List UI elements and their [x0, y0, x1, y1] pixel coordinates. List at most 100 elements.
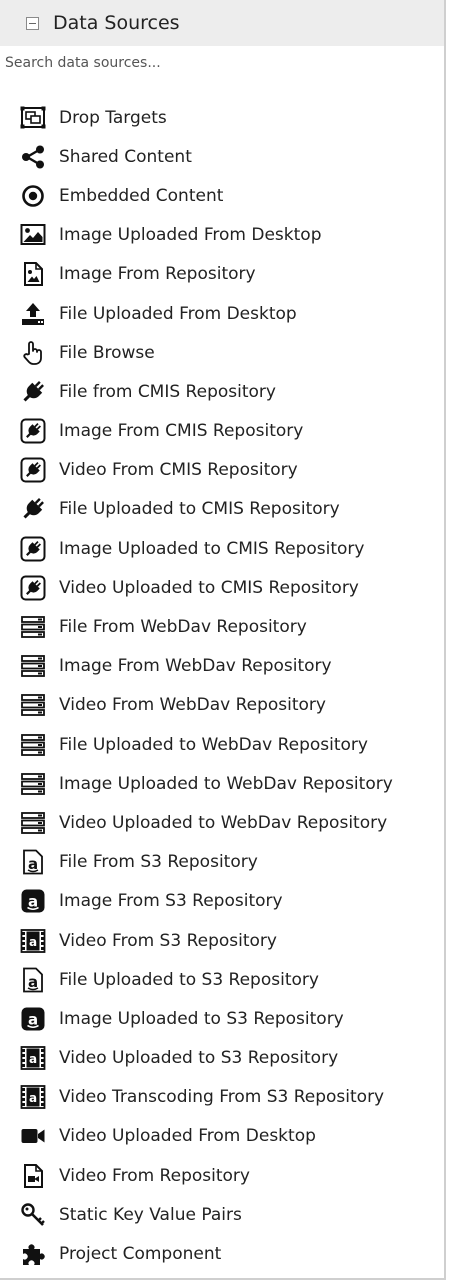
- data-source-item[interactable]: Video From Repository: [0, 1156, 444, 1195]
- plug-icon: [20, 496, 46, 522]
- data-source-item[interactable]: a Image From S3 Repository: [0, 882, 444, 921]
- data-source-label: Video From WebDav Repository: [59, 695, 326, 716]
- data-source-label: Static Key Value Pairs: [59, 1204, 242, 1225]
- data-source-item[interactable]: a Video Uploaded to S3 Repository: [0, 1039, 444, 1078]
- data-source-item[interactable]: Image Uploaded From Desktop: [0, 216, 444, 255]
- data-source-label: File Uploaded to S3 Repository: [59, 969, 319, 990]
- amazon-file-icon: a: [20, 849, 46, 875]
- data-source-item[interactable]: Image From Repository: [0, 255, 444, 294]
- data-source-label: Image From Repository: [59, 264, 256, 285]
- data-source-label: Image Uploaded From Desktop: [59, 225, 322, 246]
- search-bar: [0, 46, 444, 79]
- data-source-label: Video Uploaded to CMIS Repository: [59, 577, 359, 598]
- data-source-item[interactable]: File Uploaded to CMIS Repository: [0, 490, 444, 529]
- data-source-item[interactable]: Video From WebDav Repository: [0, 686, 444, 725]
- data-source-label: File Browse: [59, 342, 155, 363]
- file-image-icon: [20, 261, 46, 287]
- amazon-film-icon: a: [20, 1084, 46, 1110]
- upload-icon: [20, 301, 46, 327]
- data-source-item[interactable]: Embedded Content: [0, 176, 444, 215]
- file-video-icon: [20, 1163, 46, 1189]
- amazon-file-icon: a: [20, 967, 46, 993]
- data-sources-panel: Data Sources Drop Targets Shared Content E…: [0, 0, 446, 1280]
- server-icon: [20, 653, 46, 679]
- data-source-item[interactable]: Static Key Value Pairs: [0, 1195, 444, 1234]
- plug-square-icon: [20, 418, 46, 444]
- dot-circle-icon: [20, 183, 46, 209]
- data-source-item[interactable]: a Video From S3 Repository: [0, 921, 444, 960]
- collapse-icon[interactable]: [26, 16, 39, 30]
- amazon-square-icon: a: [20, 888, 46, 914]
- data-source-item[interactable]: File From WebDav Repository: [0, 607, 444, 646]
- data-source-item[interactable]: a File Uploaded to S3 Repository: [0, 960, 444, 999]
- data-source-label: File From WebDav Repository: [59, 617, 307, 638]
- data-source-label: Video From S3 Repository: [59, 930, 277, 951]
- data-source-item[interactable]: Shared Content: [0, 137, 444, 176]
- server-icon: [20, 732, 46, 758]
- data-source-label: Video From Repository: [59, 1165, 250, 1186]
- data-source-item[interactable]: Image From WebDav Repository: [0, 647, 444, 686]
- data-source-label: Video From CMIS Repository: [59, 460, 298, 481]
- data-source-item[interactable]: Image From CMIS Repository: [0, 412, 444, 451]
- data-source-item[interactable]: Video Uploaded From Desktop: [0, 1117, 444, 1156]
- data-source-item[interactable]: Project Component: [0, 1234, 444, 1273]
- svg-text:a: a: [29, 935, 37, 949]
- plug-square-icon: [20, 457, 46, 483]
- data-source-label: File Uploaded to WebDav Repository: [59, 734, 368, 755]
- video-camera-icon: [20, 1123, 46, 1149]
- server-icon: [20, 614, 46, 640]
- data-source-item[interactable]: File from CMIS Repository: [0, 372, 444, 411]
- data-source-label: Shared Content: [59, 146, 192, 167]
- data-source-item[interactable]: Video Uploaded to CMIS Repository: [0, 568, 444, 607]
- server-icon: [20, 692, 46, 718]
- amazon-film-icon: a: [20, 928, 46, 954]
- plug-icon: [20, 379, 46, 405]
- image-icon: [20, 222, 46, 248]
- server-icon: [20, 810, 46, 836]
- svg-text:a: a: [29, 1052, 37, 1066]
- data-source-label: Video Uploaded to S3 Repository: [59, 1048, 339, 1069]
- panel-header[interactable]: Data Sources: [0, 0, 444, 47]
- data-source-label: Video Uploaded to WebDav Repository: [59, 812, 388, 833]
- plug-square-icon: [20, 536, 46, 562]
- data-source-item[interactable]: a Video Transcoding From S3 Repository: [0, 1078, 444, 1117]
- panel-title: Data Sources: [53, 12, 180, 34]
- data-source-item[interactable]: File Browse: [0, 333, 444, 372]
- server-icon: [20, 771, 46, 797]
- svg-text:a: a: [29, 1091, 37, 1105]
- data-source-item[interactable]: Video From CMIS Repository: [0, 451, 444, 490]
- data-source-label: Image From CMIS Repository: [59, 421, 304, 442]
- data-source-list: Drop Targets Shared Content Embedded Conte…: [0, 98, 444, 1274]
- data-source-label: Project Component: [59, 1244, 222, 1265]
- hand-pointer-icon: [20, 340, 46, 366]
- data-source-item[interactable]: Drop Targets: [0, 98, 444, 137]
- data-source-label: Video Uploaded From Desktop: [59, 1126, 316, 1147]
- data-source-label: Image From S3 Repository: [59, 891, 283, 912]
- data-source-label: File Uploaded to CMIS Repository: [59, 499, 340, 520]
- data-source-item[interactable]: File Uploaded to WebDav Repository: [0, 725, 444, 764]
- data-source-label: File From S3 Repository: [59, 852, 258, 873]
- data-source-label: Image Uploaded to WebDav Repository: [59, 773, 393, 794]
- amazon-square-icon: a: [20, 1006, 46, 1032]
- data-source-label: Image Uploaded to CMIS Repository: [59, 538, 365, 559]
- plug-square-icon: [20, 575, 46, 601]
- data-source-item[interactable]: Video Uploaded to WebDav Repository: [0, 803, 444, 842]
- share-icon: [20, 144, 46, 170]
- data-source-item[interactable]: a File From S3 Repository: [0, 843, 444, 882]
- amazon-film-icon: a: [20, 1045, 46, 1071]
- data-source-label: Video Transcoding From S3 Repository: [59, 1087, 385, 1108]
- key-icon: [20, 1202, 46, 1228]
- search-input[interactable]: [0, 46, 444, 79]
- data-source-label: Drop Targets: [59, 107, 167, 128]
- data-source-label: Image Uploaded to S3 Repository: [59, 1008, 344, 1029]
- data-source-item[interactable]: Image Uploaded to CMIS Repository: [0, 529, 444, 568]
- data-source-label: Image From WebDav Repository: [59, 656, 332, 677]
- puzzle-icon: [20, 1241, 46, 1267]
- data-source-label: File from CMIS Repository: [59, 381, 276, 402]
- data-source-label: File Uploaded From Desktop: [59, 303, 297, 324]
- data-source-item[interactable]: File Uploaded From Desktop: [0, 294, 444, 333]
- drop-target-icon: [20, 105, 46, 131]
- data-source-label: Embedded Content: [59, 185, 224, 206]
- data-source-item[interactable]: a Image Uploaded to S3 Repository: [0, 999, 444, 1038]
- data-source-item[interactable]: Image Uploaded to WebDav Repository: [0, 764, 444, 803]
